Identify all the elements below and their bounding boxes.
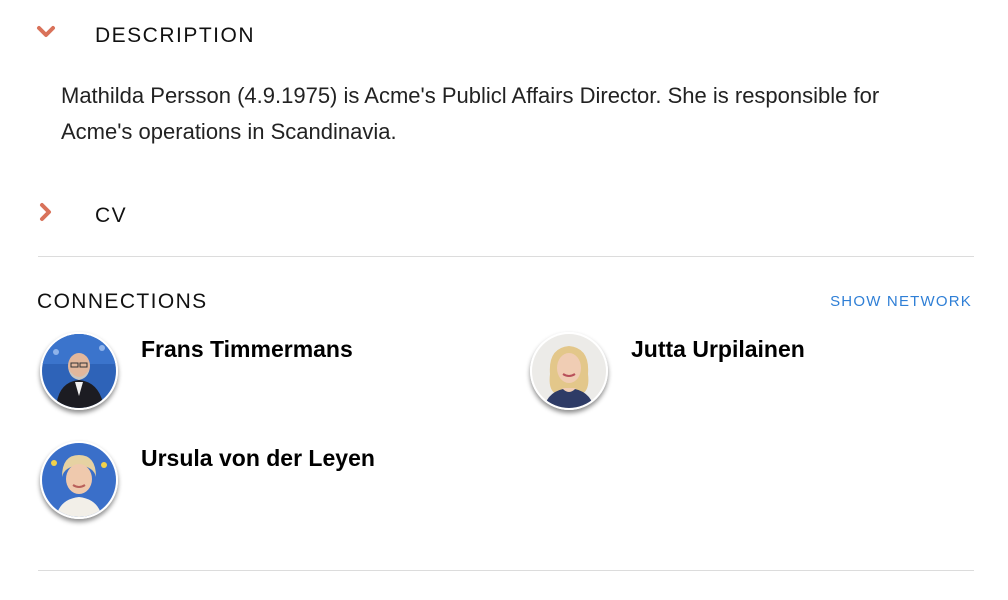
divider xyxy=(38,256,974,257)
description-title: DESCRIPTION xyxy=(95,24,256,47)
cv-title: CV xyxy=(95,204,128,227)
connection-name[interactable]: Jutta Urpilainen xyxy=(631,336,805,363)
description-section-header[interactable]: DESCRIPTION xyxy=(36,22,254,47)
cv-section-header[interactable]: CV xyxy=(36,202,126,227)
connection-name[interactable]: Frans Timmermans xyxy=(141,336,353,363)
avatar[interactable] xyxy=(530,332,608,410)
avatar[interactable] xyxy=(40,441,118,519)
divider xyxy=(38,570,974,571)
chevron-right-icon xyxy=(36,202,58,224)
connections-title: CONNECTIONS xyxy=(37,290,208,313)
description-text: Mathilda Persson (4.9.1975) is Acme's Pu… xyxy=(61,83,880,144)
avatar[interactable] xyxy=(40,332,118,410)
connection-name[interactable]: Ursula von der Leyen xyxy=(141,445,375,472)
chevron-down-icon xyxy=(36,22,58,44)
show-network-link[interactable]: SHOW NETWORK xyxy=(830,293,972,310)
